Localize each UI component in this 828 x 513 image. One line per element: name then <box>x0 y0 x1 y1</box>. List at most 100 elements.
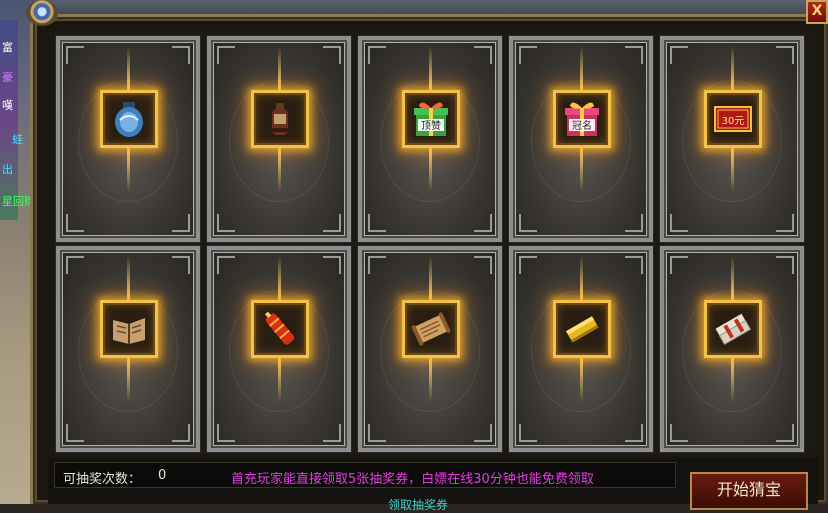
corner-ornament <box>776 214 794 232</box>
treasure-card-8[interactable] <box>358 246 502 452</box>
glow-ray <box>429 148 432 192</box>
voucher-icon: 30元 <box>714 106 752 132</box>
treasure-card-10[interactable] <box>660 246 804 452</box>
corner-ornament <box>625 46 643 64</box>
corner-ornament <box>670 46 688 64</box>
side-label-1: 富 <box>2 41 13 54</box>
corner-ornament <box>368 46 386 64</box>
item-slot[interactable]: 30元 <box>704 90 762 148</box>
glow-ray <box>731 46 734 90</box>
glow-ray <box>580 46 583 90</box>
corner-ornament <box>66 46 84 64</box>
item-slot[interactable] <box>100 90 158 148</box>
side-label-5: 出 <box>2 163 13 176</box>
firecracker-icon <box>264 311 295 345</box>
corner-ornament <box>474 214 492 232</box>
card-grid: 顶赞 冠名 30元 <box>48 30 818 455</box>
gold-bar-icon <box>566 316 599 343</box>
voucher-text: 30元 <box>722 116 745 127</box>
corner-ornament <box>670 256 688 274</box>
glow-ray <box>429 46 432 90</box>
corner-ornament <box>368 256 386 274</box>
corner-ornament <box>474 256 492 274</box>
gift-box-icon: 冠名 <box>565 102 599 136</box>
glow-ray <box>731 358 734 402</box>
corner-ornament <box>519 256 537 274</box>
item-slot[interactable] <box>553 300 611 358</box>
item-slot[interactable] <box>251 90 309 148</box>
item-slot[interactable] <box>704 300 762 358</box>
glow-ray <box>429 256 432 300</box>
first-recharge-notice: 首充玩家能直接领取5张抽奖券，白嫖在线30分钟也能免费领取 <box>231 472 594 487</box>
porcelain-jar-icon <box>115 102 143 137</box>
glow-ray <box>278 358 281 402</box>
side-label-3: 嘆 <box>2 99 13 112</box>
start-treasure-button[interactable]: 开始猜宝 <box>690 472 808 510</box>
scroll-icon <box>411 312 451 346</box>
corner-ornament <box>368 424 386 442</box>
glow-ray <box>731 148 734 192</box>
corner-ornament <box>172 46 190 64</box>
corner-ornament <box>217 256 235 274</box>
treasure-card-2[interactable] <box>207 36 351 242</box>
corner-ornament <box>323 214 341 232</box>
corner-ornament <box>776 256 794 274</box>
corner-ornament <box>776 46 794 64</box>
corner-ornament <box>172 214 190 232</box>
glow-ray <box>580 358 583 402</box>
corner-ornament <box>368 214 386 232</box>
treasure-card-1[interactable] <box>56 36 200 242</box>
glow-ray <box>429 358 432 402</box>
glow-ray <box>127 256 130 300</box>
corner-ornament <box>172 424 190 442</box>
glow-ray <box>127 46 130 90</box>
info-bar: 可抽奖次数： 0 首充玩家能直接领取5张抽奖券，白嫖在线30分钟也能免费领取 <box>54 462 676 488</box>
corner-ornament <box>323 424 341 442</box>
treasure-card-5[interactable]: 30元 <box>660 36 804 242</box>
item-slot[interactable] <box>251 300 309 358</box>
corner-ornament <box>66 424 84 442</box>
corner-ornament <box>217 424 235 442</box>
corner-ornament <box>323 46 341 64</box>
glow-ray <box>278 148 281 192</box>
corner-ornament <box>776 424 794 442</box>
corner-ornament <box>217 214 235 232</box>
corner-ornament <box>519 46 537 64</box>
treasure-card-7[interactable] <box>207 246 351 452</box>
corner-ornament <box>474 46 492 64</box>
close-button[interactable]: X <box>806 0 828 24</box>
side-label-2: 豪 <box>2 71 13 84</box>
corner-ornament <box>519 424 537 442</box>
glow-ray <box>127 148 130 192</box>
corner-ornament <box>66 256 84 274</box>
corner-ornament <box>172 256 190 274</box>
item-slot[interactable] <box>402 300 460 358</box>
treasure-card-4[interactable]: 冠名 <box>509 36 653 242</box>
glow-ray <box>127 358 130 402</box>
treasure-card-3[interactable]: 顶赞 <box>358 36 502 242</box>
ornament-gem-icon <box>26 0 58 26</box>
corner-ornament <box>66 214 84 232</box>
corner-ornament <box>670 424 688 442</box>
corner-ornament <box>519 214 537 232</box>
book-icon <box>113 318 145 344</box>
item-slot[interactable]: 顶赞 <box>402 90 460 148</box>
draw-count-label: 可抽奖次数： <box>63 472 142 487</box>
gift-box-icon: 顶赞 <box>414 102 448 136</box>
glow-ray <box>580 256 583 300</box>
treasure-card-9[interactable] <box>509 246 653 452</box>
draw-count-value: 0 <box>158 468 167 483</box>
side-label-4: 蛙 <box>12 133 23 146</box>
item-slot[interactable] <box>100 300 158 358</box>
bottom-bar: 可抽奖次数： 0 首充玩家能直接领取5张抽奖券，白嫖在线30分钟也能免费领取 领… <box>48 458 818 512</box>
paper-notes-icon <box>715 313 752 345</box>
claim-ticket-link[interactable]: 领取抽奖券 <box>388 496 448 513</box>
corner-ornament <box>323 256 341 274</box>
corner-ornament <box>217 46 235 64</box>
treasure-card-6[interactable] <box>56 246 200 452</box>
glow-ray <box>580 148 583 192</box>
corner-ornament <box>625 256 643 274</box>
corner-ornament <box>625 424 643 442</box>
gift-box-text: 顶赞 <box>421 119 441 132</box>
item-slot[interactable]: 冠名 <box>553 90 611 148</box>
